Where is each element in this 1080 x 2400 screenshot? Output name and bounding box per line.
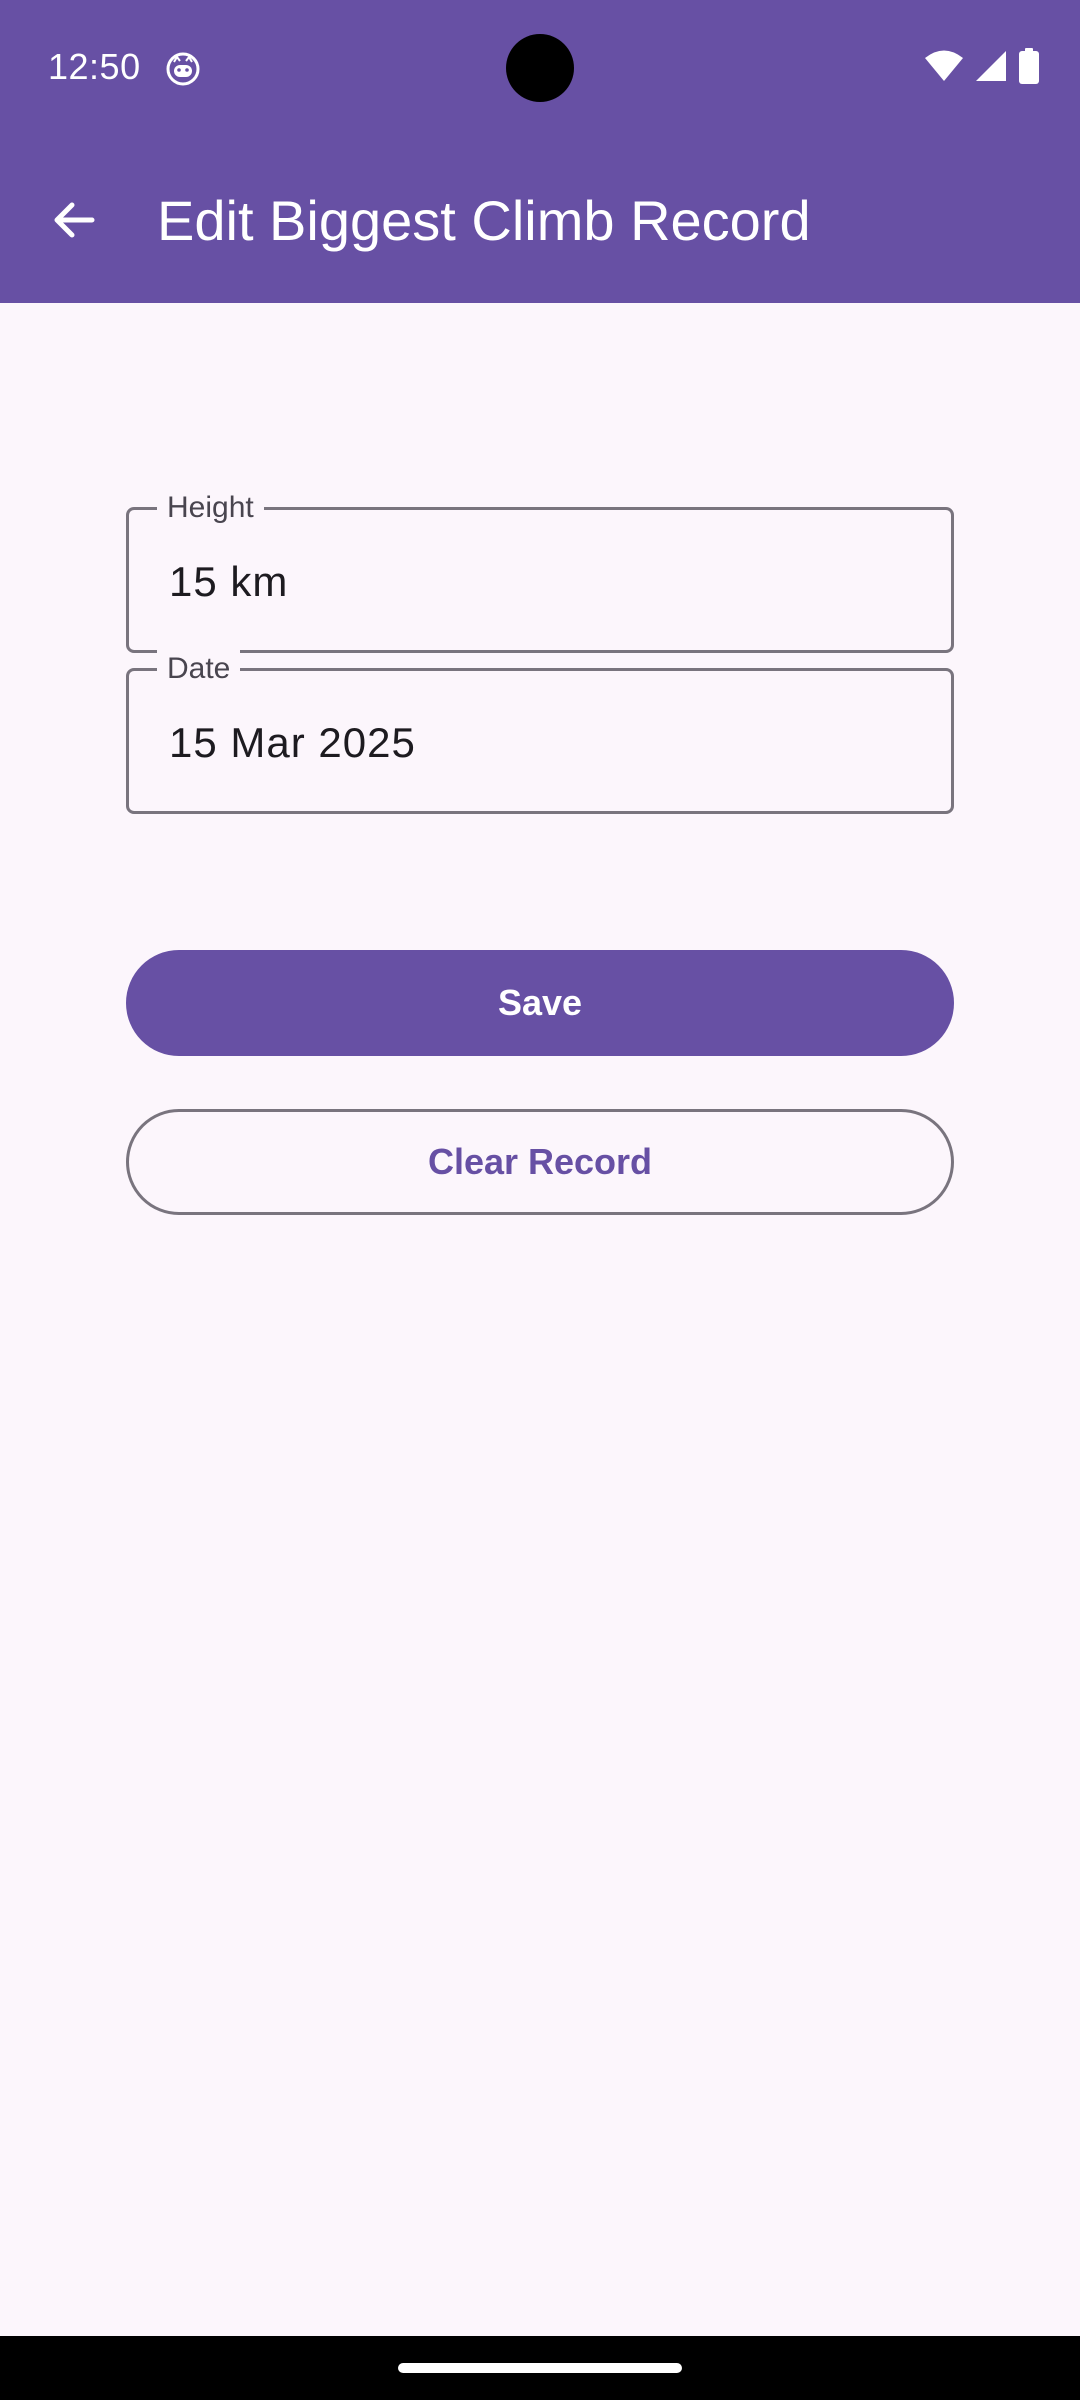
clear-record-button[interactable]: Clear Record — [126, 1109, 954, 1215]
date-field[interactable]: Date 15 Mar 2025 — [126, 649, 954, 814]
status-icons — [924, 47, 1040, 89]
height-field-label: Height — [157, 488, 264, 528]
page-title: Edit Biggest Climb Record — [157, 189, 811, 252]
camera-cutout — [506, 34, 574, 102]
header: 12:50 Edit Biggest Climb Record — [0, 0, 1080, 303]
height-field[interactable]: Height 15 km — [126, 488, 954, 653]
date-field-label: Date — [157, 649, 241, 689]
save-button[interactable]: Save — [126, 950, 954, 1056]
navigation-bar — [0, 2336, 1080, 2400]
arrow-back-icon — [50, 196, 98, 249]
height-field-value[interactable]: 15 km — [169, 554, 288, 610]
date-field-value[interactable]: 15 Mar 2025 — [169, 715, 416, 771]
wifi-icon — [924, 49, 964, 88]
cat-face-icon — [166, 52, 200, 86]
battery-icon — [1018, 47, 1040, 89]
home-gesture-handle[interactable] — [398, 2363, 682, 2373]
status-time: 12:50 — [48, 46, 141, 87]
status-bar: 12:50 — [0, 0, 1080, 136]
back-button[interactable] — [28, 176, 120, 268]
app-bar: Edit Biggest Climb Record — [0, 136, 1080, 303]
cellular-signal-icon — [974, 49, 1008, 88]
screen: 12:50 Edit Biggest Climb Record Height 1… — [0, 0, 1080, 2400]
